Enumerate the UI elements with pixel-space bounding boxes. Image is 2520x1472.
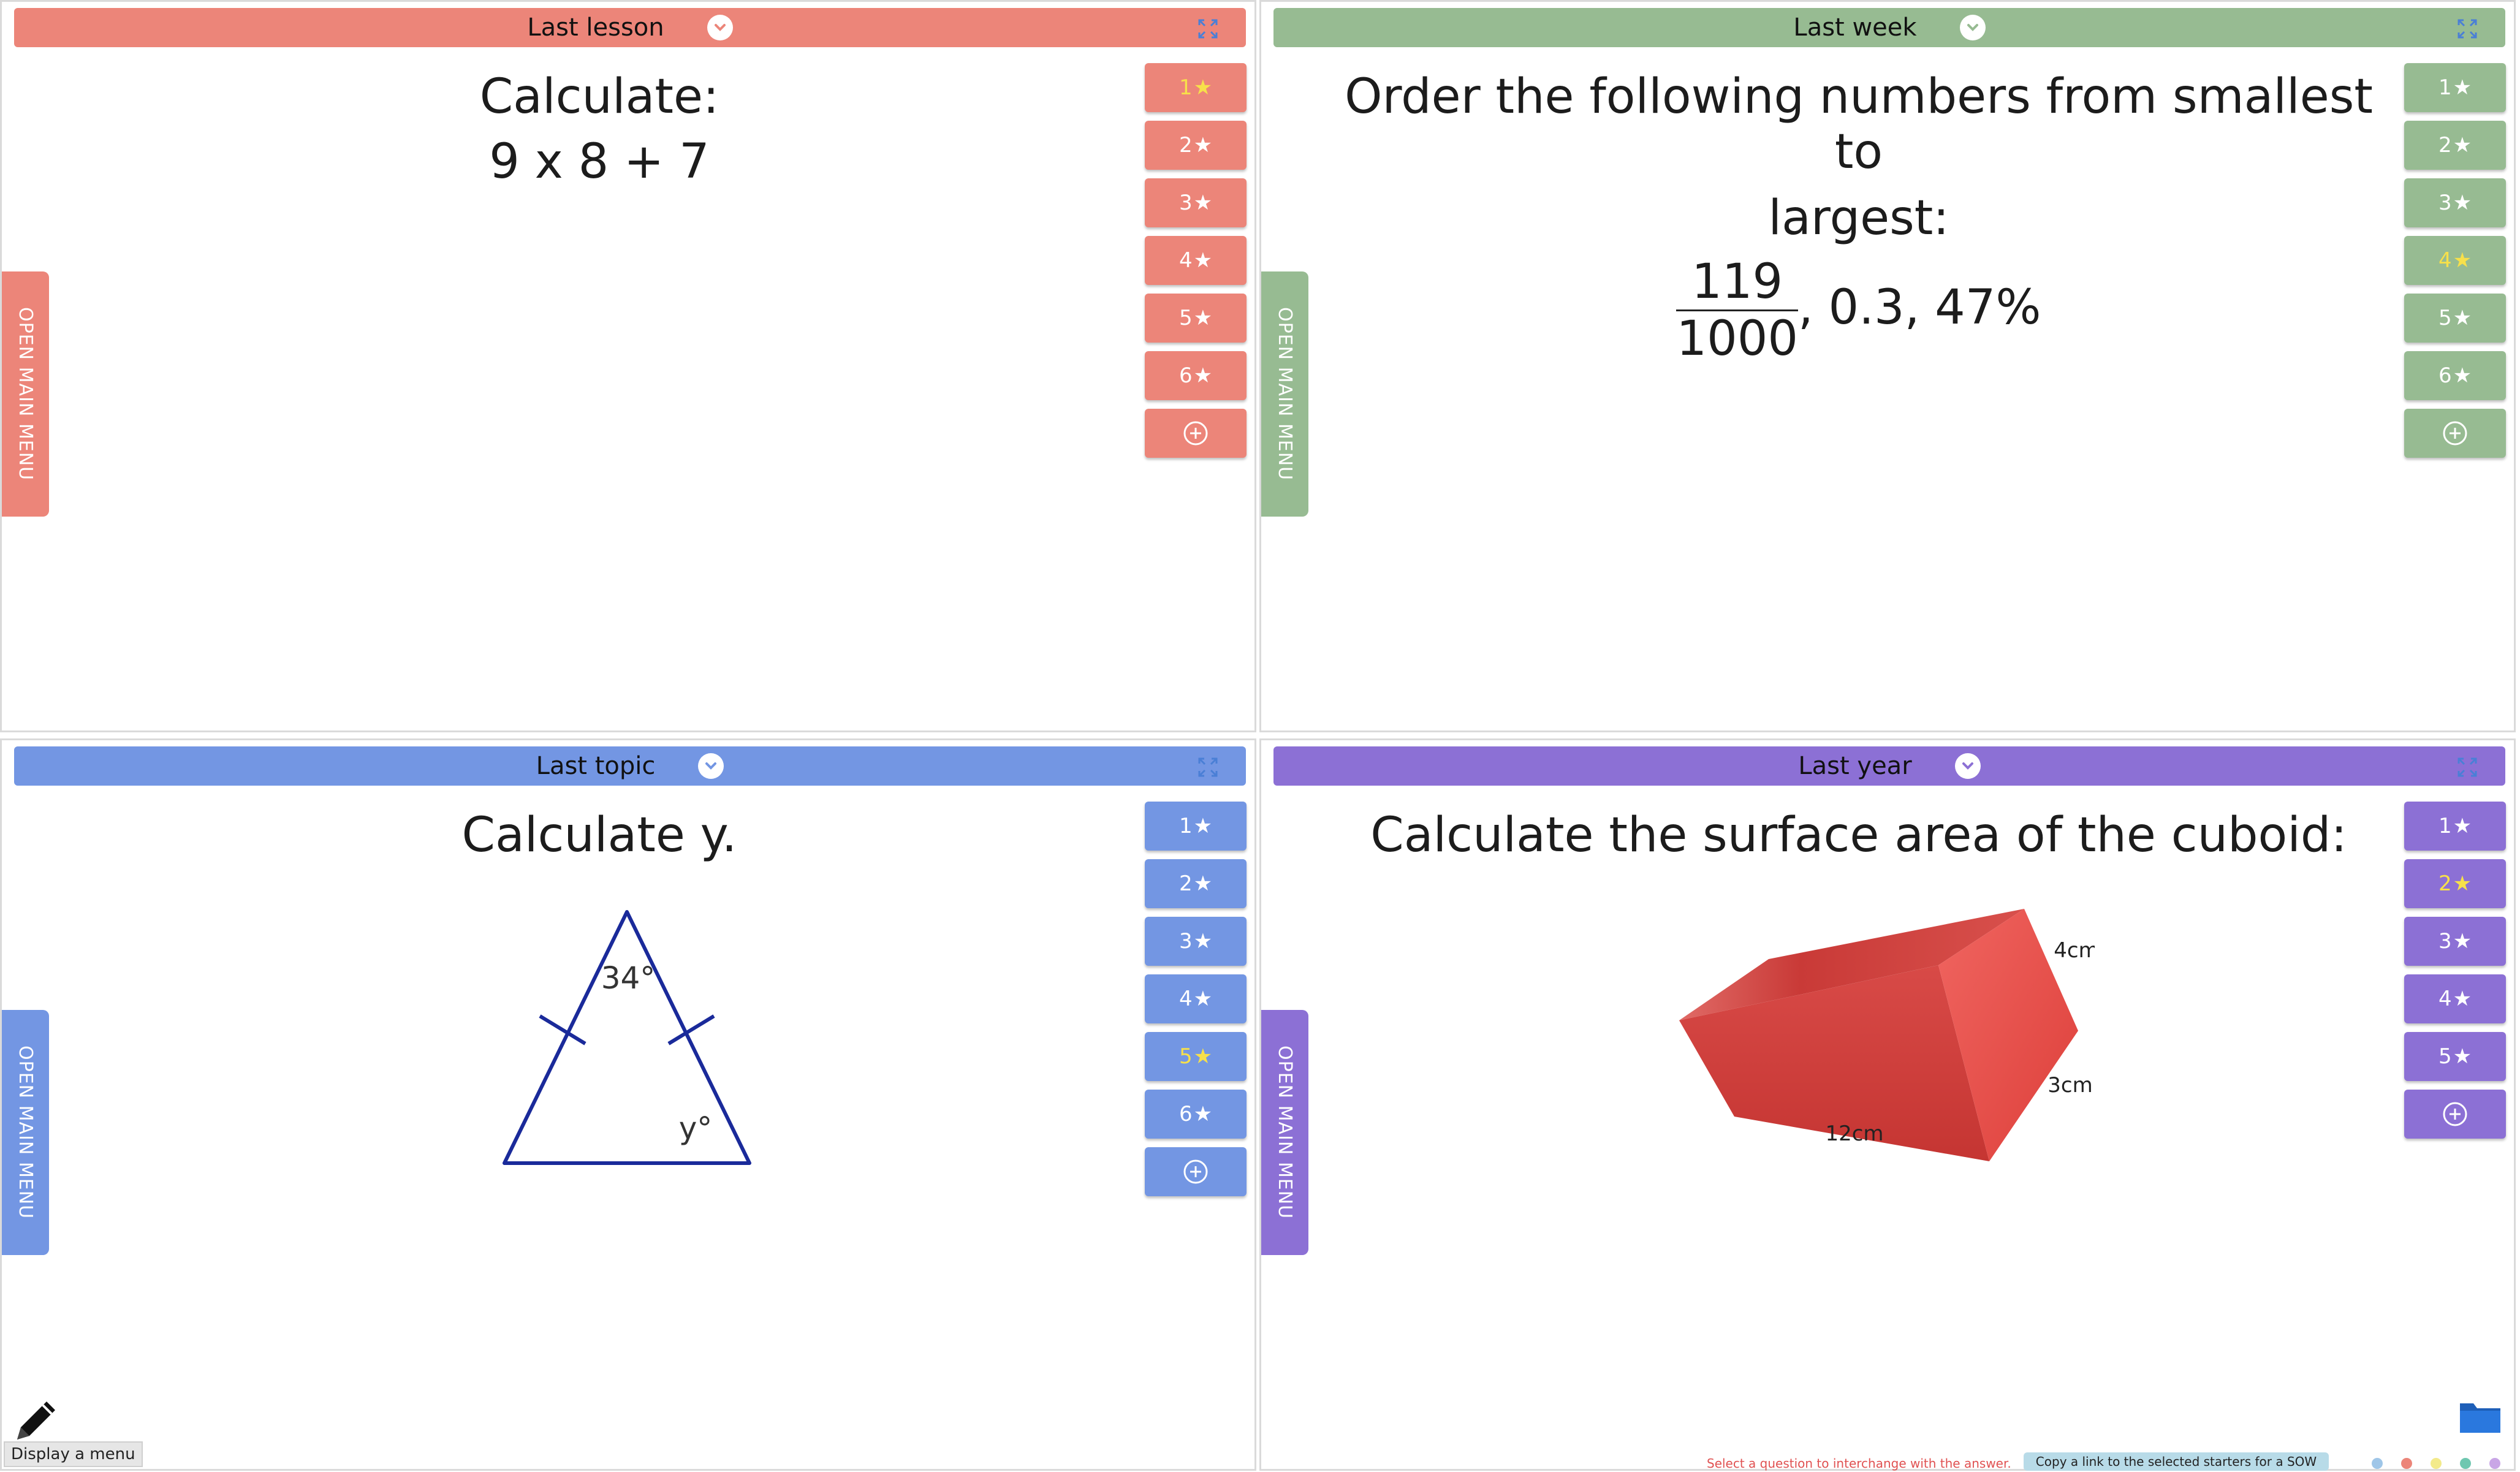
folder-icon[interactable] [2457, 1397, 2503, 1436]
open-main-menu-tab[interactable]: OPEN MAIN MENU [1261, 271, 1308, 517]
panel-title: Last week [1793, 13, 1917, 42]
triangle-outline [503, 910, 751, 1165]
question-line: Calculate the surface area of the cuboid… [1370, 808, 2347, 863]
question-line: Calculate: [479, 69, 719, 124]
open-main-menu-tab[interactable]: OPEN MAIN MENU [2, 1010, 49, 1255]
level-4-button[interactable]: 4 ★ [1145, 236, 1247, 285]
panel-title-bar[interactable]: Last lesson [14, 8, 1246, 47]
question-expression: 9 x 8 + 7 [489, 134, 710, 189]
angle-label-y: y° [679, 1110, 713, 1146]
equal-side-tick [539, 1014, 586, 1045]
level-3-button[interactable]: 3 ★ [1145, 917, 1247, 966]
panel-title-bar[interactable]: Last week [1273, 8, 2505, 47]
open-main-menu-tab[interactable]: OPEN MAIN MENU [2, 271, 49, 517]
add-question-button[interactable] [2404, 1090, 2506, 1139]
panel-last-year: Last year OPEN MAIN MENU Calculate the s… [1259, 738, 2516, 1471]
copy-link-button[interactable]: Copy a link to the selected starters for… [2024, 1452, 2329, 1471]
plus-circle-icon [2443, 1102, 2467, 1126]
expand-icon[interactable] [1197, 18, 1219, 40]
level-3-button[interactable]: 3 ★ [2404, 917, 2506, 966]
add-question-button[interactable] [1145, 409, 1247, 458]
open-main-menu-tab[interactable]: OPEN MAIN MENU [1261, 1010, 1308, 1255]
add-question-button[interactable] [1145, 1147, 1247, 1196]
plus-circle-icon [2443, 421, 2467, 446]
level-6-button[interactable]: 6 ★ [1145, 351, 1247, 400]
question-area[interactable]: Order the following numbers from smalles… [1316, 69, 2401, 366]
theme-dot[interactable] [2489, 1458, 2500, 1469]
level-5-button[interactable]: 5 ★ [1145, 1032, 1247, 1081]
plus-circle-icon [1183, 421, 1208, 446]
chevron-down-icon[interactable] [1959, 15, 1986, 40]
cuboid-diagram: 4cm 3cm 12cm [1679, 909, 2095, 1161]
theme-dot[interactable] [2401, 1458, 2412, 1469]
level-3-button[interactable]: 3 ★ [2404, 178, 2506, 227]
question-area[interactable]: Calculate: 9 x 8 + 7 [57, 69, 1142, 189]
difficulty-levels: 1 ★ 2 ★ 3 ★ 4 ★ 5 ★ 6 ★ [1145, 63, 1247, 466]
level-2-button[interactable]: 2 ★ [1145, 859, 1247, 908]
question-line: largest: [1768, 191, 1949, 246]
panel-title-bar[interactable]: Last topic [14, 746, 1246, 786]
add-question-button[interactable] [2404, 409, 2506, 458]
equal-side-tick [667, 1014, 715, 1045]
theme-dot[interactable] [2372, 1458, 2383, 1469]
level-2-button[interactable]: 2 ★ [2404, 121, 2506, 170]
chevron-down-icon[interactable] [707, 15, 733, 40]
dimension-depth-label: 4cm [2054, 938, 2095, 963]
difficulty-levels: 1 ★ 2 ★ 3 ★ 4 ★ 5 ★ [2404, 802, 2506, 1147]
footer-note: Select a question to interchange with th… [1707, 1456, 2011, 1471]
level-2-button[interactable]: 2 ★ [2404, 859, 2506, 908]
level-4-button[interactable]: 4 ★ [2404, 974, 2506, 1023]
chevron-down-icon[interactable] [1954, 753, 1981, 779]
question-line: Calculate y. [461, 808, 737, 863]
level-1-button[interactable]: 1 ★ [2404, 802, 2506, 851]
question-line: Order the following numbers from smalles… [1345, 69, 2373, 180]
level-1-button[interactable]: 1 ★ [2404, 63, 2506, 112]
level-4-button[interactable]: 4 ★ [2404, 236, 2506, 285]
panel-title: Last topic [536, 752, 656, 780]
level-3-button[interactable]: 3 ★ [1145, 178, 1247, 227]
level-2-button[interactable]: 2 ★ [1145, 121, 1247, 170]
level-5-button[interactable]: 5 ★ [2404, 1032, 2506, 1081]
theme-dot[interactable] [2431, 1458, 2442, 1469]
level-5-button[interactable]: 5 ★ [1145, 294, 1247, 343]
expand-icon[interactable] [2456, 18, 2478, 40]
chevron-down-icon[interactable] [698, 753, 724, 779]
panel-title: Last year [1798, 752, 1912, 780]
expand-icon[interactable] [1197, 756, 1219, 778]
dimension-length-label: 12cm [1825, 1121, 1883, 1146]
panel-title: Last lesson [527, 13, 664, 42]
level-6-button[interactable]: 6 ★ [1145, 1090, 1247, 1139]
level-1-button[interactable]: 1 ★ [1145, 802, 1247, 851]
panel-title-bar[interactable]: Last year [1273, 746, 2505, 786]
level-5-button[interactable]: 5 ★ [2404, 294, 2506, 343]
angle-label-top: 34° [601, 960, 656, 996]
isosceles-triangle-diagram: 34° y° [503, 910, 751, 1165]
plus-circle-icon [1183, 1159, 1208, 1184]
level-6-button[interactable]: 6 ★ [2404, 351, 2506, 400]
question-area[interactable]: Calculate the surface area of the cuboid… [1316, 808, 2401, 863]
level-1-button[interactable]: 1 ★ [1145, 63, 1247, 112]
question-expression: 119 1000 , 0.3, 47% [1676, 254, 2041, 366]
panel-last-week: Last week OPEN MAIN MENU Order the follo… [1259, 0, 2516, 732]
fraction: 119 1000 [1676, 254, 1798, 366]
question-area[interactable]: Calculate y. [57, 808, 1142, 863]
dimension-height-label: 3cm [2048, 1073, 2092, 1098]
pencil-icon[interactable] [11, 1394, 63, 1446]
panel-last-topic: Last topic OPEN MAIN MENU Calculate y. 3… [0, 738, 1256, 1471]
difficulty-levels: 1 ★ 2 ★ 3 ★ 4 ★ 5 ★ 6 ★ [1145, 802, 1247, 1205]
tooltip: Display a menu [4, 1441, 143, 1467]
theme-dot[interactable] [2460, 1458, 2471, 1469]
level-4-button[interactable]: 4 ★ [1145, 974, 1247, 1023]
panel-last-lesson: Last lesson OPEN MAIN MENU Calculate: 9 … [0, 0, 1256, 732]
difficulty-levels: 1 ★ 2 ★ 3 ★ 4 ★ 5 ★ 6 ★ [2404, 63, 2506, 466]
expand-icon[interactable] [2456, 756, 2478, 778]
